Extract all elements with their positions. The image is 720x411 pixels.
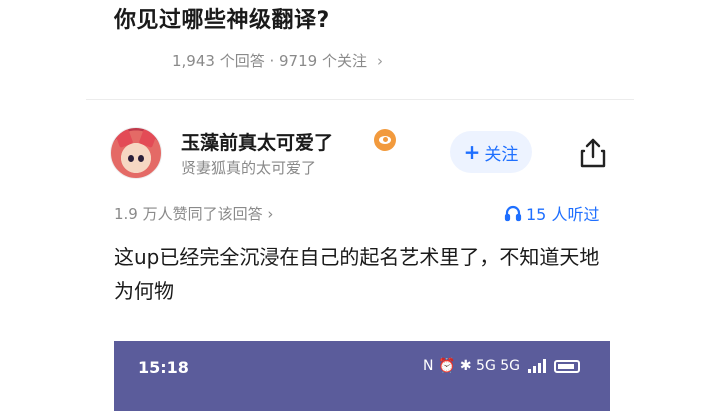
agree-count[interactable]: 1.9 万人赞同了该回答 › (114, 203, 273, 224)
divider (86, 99, 634, 100)
eye-badge-icon (374, 129, 396, 151)
plus-icon: + (463, 140, 481, 164)
avatar-eye-left (128, 155, 134, 162)
question-stats: 1,943 个回答 · 9719 个关注 (172, 52, 367, 70)
embedded-time: 15:18 (138, 358, 189, 377)
author-name[interactable]: 玉藻前真太可爱了 (181, 128, 333, 155)
chevron-right-icon: › (267, 205, 274, 223)
listen-count[interactable]: 15 人听过 (504, 201, 599, 225)
battery-icon (554, 359, 580, 373)
listen-text: 15 人听过 (526, 205, 600, 224)
signal-icon (528, 359, 546, 373)
avatar-ear-right (138, 128, 158, 148)
agree-text: 1.9 万人赞同了该回答 (114, 205, 263, 223)
follow-button[interactable]: + 关注 (450, 131, 532, 173)
author-subtitle: 贤妻狐真的太可爱了 (181, 159, 317, 177)
chevron-right-icon: › (376, 52, 383, 70)
author-avatar[interactable] (110, 127, 162, 179)
avatar-ear-left (114, 128, 134, 148)
embedded-screenshot[interactable]: 15:18 N ⏰ ✱ 5G 5G (114, 341, 610, 411)
answer-page: 你见过哪些神级翻译? 1,943 个回答 · 9719 个关注 › 玉藻前真太可爱… (86, 0, 634, 411)
question-meta[interactable]: 1,943 个回答 · 9719 个关注 › (172, 50, 383, 71)
answer-text: 这up已经完全沉浸在自己的起名艺术里了，不知道天地为何物 (114, 245, 600, 303)
share-icon[interactable] (578, 137, 608, 169)
avatar-eye-right (138, 155, 144, 162)
question-title[interactable]: 你见过哪些神级翻译? (114, 2, 330, 34)
headphones-icon (504, 205, 522, 222)
follow-label: 关注 (484, 144, 519, 165)
status-indicators: N ⏰ ✱ 5G 5G (423, 358, 520, 374)
embedded-status-bar: N ⏰ ✱ 5G 5G (423, 358, 580, 374)
